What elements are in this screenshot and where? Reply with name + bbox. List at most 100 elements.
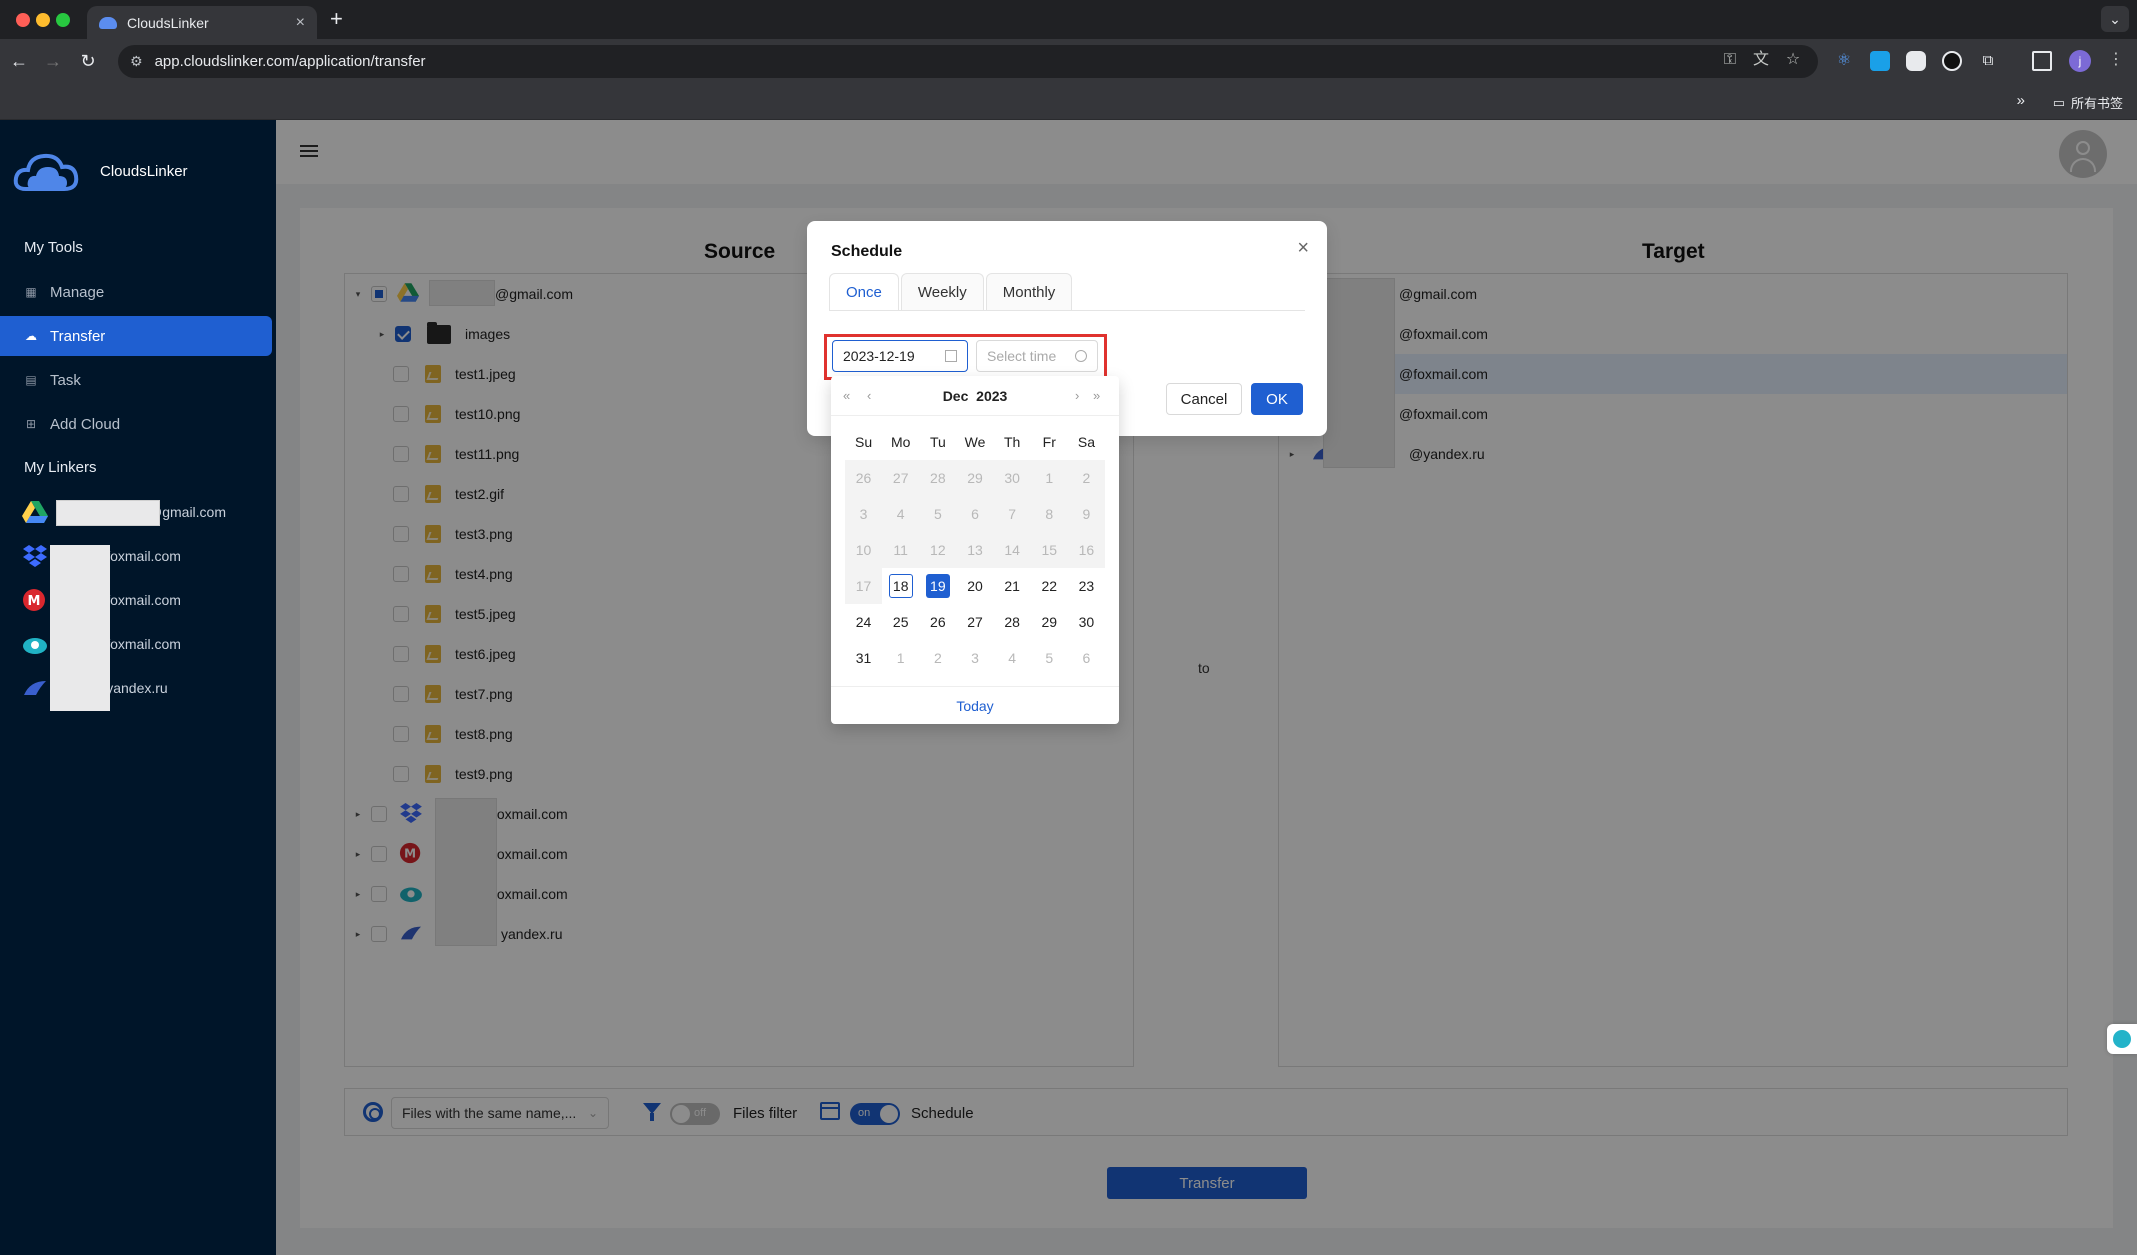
nav-item-manage[interactable]: ▦ Manage bbox=[0, 272, 272, 312]
cloud-transfer-icon: ☁ bbox=[25, 329, 37, 343]
window-close-button[interactable] bbox=[16, 13, 30, 27]
grid-icon: ▦ bbox=[25, 285, 37, 299]
calendar-day[interactable]: 1 bbox=[882, 640, 919, 676]
calendar-day[interactable]: 21 bbox=[994, 568, 1031, 604]
forward-arrow-icon[interactable]: → bbox=[40, 48, 66, 74]
calendar-day[interactable]: 29 bbox=[1031, 604, 1068, 640]
brand[interactable]: CloudsLinker bbox=[12, 145, 188, 197]
window-zoom-button[interactable] bbox=[56, 13, 70, 27]
redacted-block bbox=[50, 545, 110, 711]
calendar-day[interactable]: 25 bbox=[882, 604, 919, 640]
calendar-day[interactable]: 5 bbox=[1031, 640, 1068, 676]
close-icon[interactable]: × bbox=[1297, 237, 1309, 260]
calendar-day: 17 bbox=[845, 568, 883, 604]
day-number: 7 bbox=[1008, 506, 1017, 522]
day-number: 5 bbox=[1045, 650, 1054, 666]
calendar-day[interactable]: 28 bbox=[994, 604, 1031, 640]
calendar-week: 17 18 19 20 21 22 23 bbox=[845, 568, 1105, 604]
day-number: 24 bbox=[855, 614, 872, 630]
calendar-day[interactable]: 2 bbox=[919, 640, 956, 676]
calendar-day[interactable]: 6 bbox=[1068, 640, 1105, 676]
floating-assistant-icon[interactable] bbox=[2107, 1024, 2137, 1054]
day-number: 19 bbox=[925, 574, 950, 598]
new-tab-button[interactable]: + bbox=[330, 6, 343, 32]
calendar-day: 4 bbox=[882, 496, 920, 532]
day-number: 21 bbox=[1004, 578, 1020, 594]
calendar-day[interactable]: 3 bbox=[956, 640, 993, 676]
calendar-day: 5 bbox=[919, 496, 957, 532]
ok-button[interactable]: OK bbox=[1251, 383, 1303, 415]
weekday-label: We bbox=[964, 434, 986, 450]
day-number: 6 bbox=[1082, 650, 1091, 666]
calendar-day-today[interactable]: 18 bbox=[882, 568, 919, 604]
day-number: 4 bbox=[1008, 650, 1017, 666]
calendar-day[interactable]: 26 bbox=[919, 604, 956, 640]
site-info-icon[interactable]: ⚙ bbox=[130, 53, 143, 70]
reload-icon[interactable]: ↻ bbox=[75, 48, 101, 74]
tab-once[interactable]: Once bbox=[829, 273, 899, 311]
calendar-day[interactable]: 4 bbox=[994, 640, 1031, 676]
key-icon[interactable]: ⚿ bbox=[1719, 49, 1741, 71]
calendar-day: 27 bbox=[882, 460, 920, 496]
back-arrow-icon[interactable]: ← bbox=[6, 48, 32, 74]
dropbox-icon bbox=[22, 545, 48, 567]
extension-glasses-icon[interactable] bbox=[1906, 51, 1926, 71]
star-icon[interactable]: ☆ bbox=[1782, 49, 1804, 71]
nav-item-task[interactable]: ▤ Task bbox=[0, 360, 272, 400]
calendar-day[interactable]: 27 bbox=[956, 604, 993, 640]
weekday-label: Tu bbox=[929, 434, 946, 450]
nav-label: Transfer bbox=[50, 327, 106, 345]
day-number: 28 bbox=[930, 470, 946, 486]
year-button[interactable]: 2023 bbox=[976, 388, 1007, 404]
calendar-day[interactable]: 30 bbox=[1068, 604, 1105, 640]
side-panel-icon[interactable] bbox=[2032, 51, 2052, 71]
calendar-day[interactable]: 22 bbox=[1031, 568, 1068, 604]
nav-item-transfer[interactable]: ☁ Transfer bbox=[0, 316, 272, 356]
calendar-day: 12 bbox=[919, 532, 957, 568]
calendar-day[interactable]: 24 bbox=[845, 604, 882, 640]
browser-tab[interactable]: CloudsLinker × bbox=[87, 6, 317, 39]
tab-search-chevron-down-icon[interactable]: ⌄ bbox=[2101, 6, 2129, 32]
address-bar[interactable]: ⚙ app.cloudslinker.com/application/trans… bbox=[118, 45, 1818, 78]
day-number: 30 bbox=[1004, 470, 1020, 486]
tab-close-icon[interactable]: × bbox=[296, 14, 305, 32]
tab-divider bbox=[829, 310, 1305, 311]
weekday-label: Th bbox=[1003, 434, 1021, 450]
bookmarks-overflow-icon[interactable]: » bbox=[2017, 92, 2025, 109]
day-number: 22 bbox=[1041, 578, 1058, 594]
day-number: 28 bbox=[1004, 614, 1020, 630]
bookmarks-bar: » ▭ 所有书签 bbox=[0, 84, 2137, 120]
all-bookmarks-button[interactable]: ▭ 所有书签 bbox=[2053, 93, 2123, 112]
calendar-day: 11 bbox=[882, 532, 920, 568]
date-picker-dropdown: « ‹ Dec 2023 › » Su Mo Tu We Th Fr Sa 26 27 28 29… bbox=[831, 376, 1119, 724]
calendar-day-selected[interactable]: 19 bbox=[919, 568, 956, 604]
day-number: 1 bbox=[896, 650, 905, 666]
next-year-icon[interactable]: » bbox=[1093, 388, 1100, 403]
cloudslinker-logo-icon bbox=[12, 145, 84, 197]
today-link[interactable]: Today bbox=[831, 686, 1119, 724]
extension-x-icon[interactable] bbox=[1942, 51, 1962, 71]
more-vert-icon[interactable]: ⋮ bbox=[2105, 49, 2127, 71]
add-cloud-icon: ⊞ bbox=[25, 417, 37, 431]
day-number: 23 bbox=[1078, 578, 1095, 594]
tab-monthly[interactable]: Monthly bbox=[985, 273, 1073, 311]
modal-title: Schedule bbox=[831, 243, 903, 260]
day-number: 16 bbox=[1078, 542, 1095, 558]
tab-weekly[interactable]: Weekly bbox=[900, 273, 984, 311]
profile-avatar[interactable]: j bbox=[2069, 50, 2091, 72]
cancel-button[interactable]: Cancel bbox=[1166, 383, 1242, 415]
calendar-day: 28 bbox=[919, 460, 957, 496]
nav-item-add-cloud[interactable]: ⊞ Add Cloud bbox=[0, 404, 272, 444]
next-month-icon[interactable]: › bbox=[1075, 388, 1079, 403]
window-minimize-button[interactable] bbox=[36, 13, 50, 27]
calendar-day[interactable]: 23 bbox=[1068, 568, 1105, 604]
react-devtools-icon[interactable]: ⚛ bbox=[1834, 51, 1854, 71]
extensions-puzzle-icon[interactable]: ⧉ bbox=[1978, 51, 1998, 71]
calendar-day[interactable]: 31 bbox=[845, 640, 882, 676]
extension-blue-icon[interactable] bbox=[1870, 51, 1890, 71]
calendar-day[interactable]: 20 bbox=[956, 568, 993, 604]
translate-icon[interactable]: 文 bbox=[1750, 49, 1772, 71]
month-button[interactable]: Dec bbox=[943, 388, 969, 404]
my-linkers-label: My Linkers bbox=[24, 459, 97, 476]
day-number: 9 bbox=[1082, 506, 1091, 522]
